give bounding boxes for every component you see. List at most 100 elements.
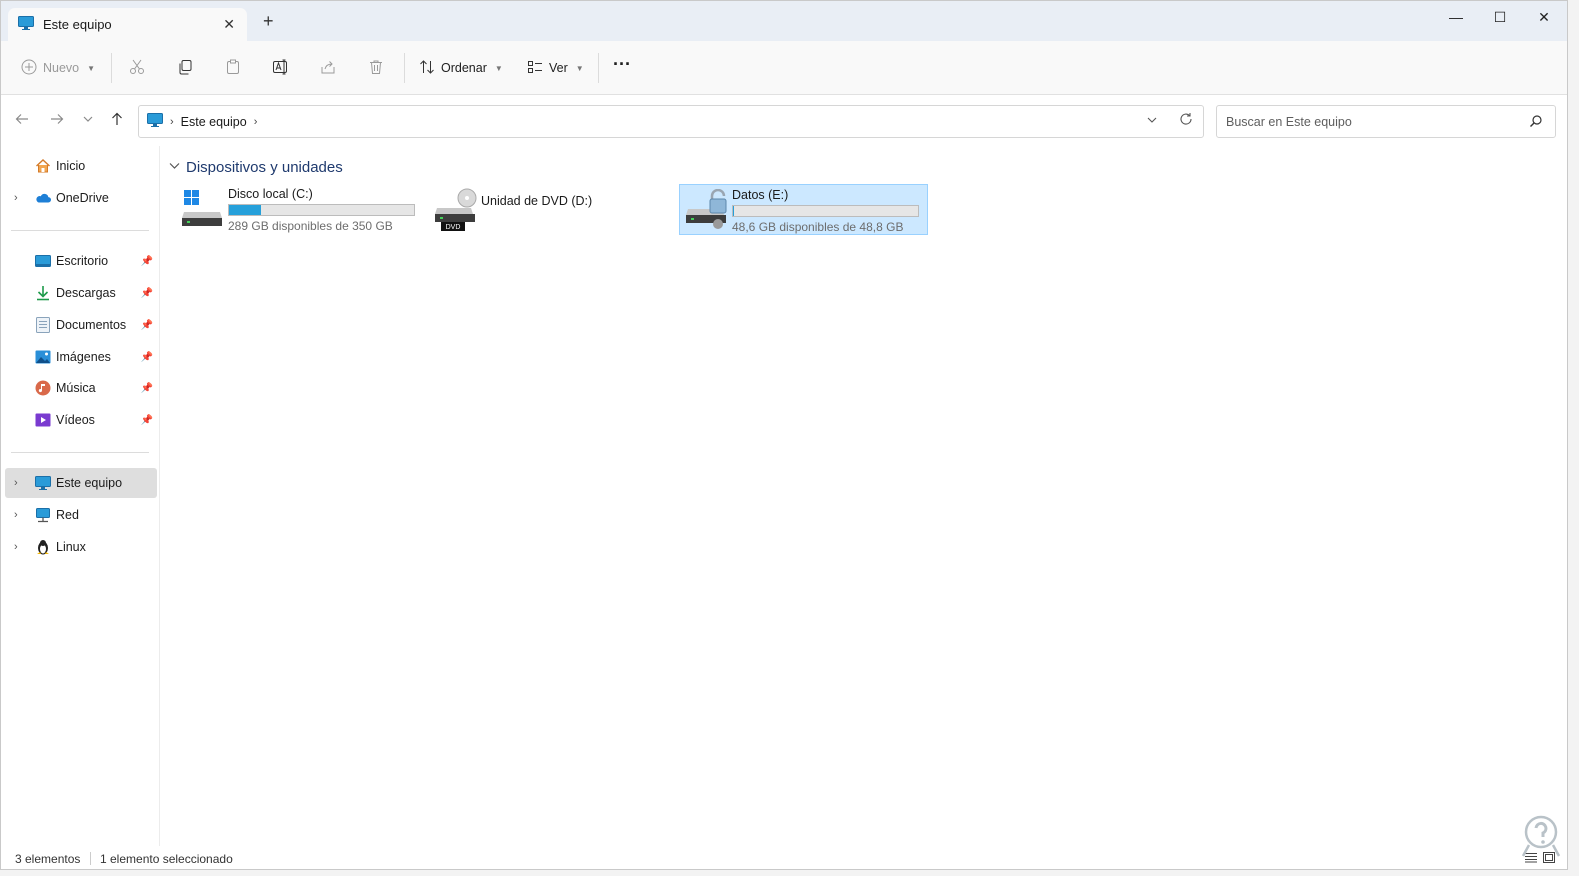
sidebar-item-label: Linux (56, 540, 86, 554)
recent-locations-chevron-icon[interactable] (82, 112, 94, 129)
expand-chevron-icon[interactable]: › (14, 541, 18, 553)
paste-button[interactable] (225, 55, 241, 81)
sidebar-item-label: Inicio (56, 159, 86, 173)
sidebar-item-label: OneDrive (56, 191, 109, 205)
refresh-icon[interactable] (1179, 112, 1193, 129)
pin-icon: 📌 (140, 351, 153, 363)
dvd-badge: DVD (446, 224, 461, 231)
minimize-button[interactable]: — (1433, 1, 1479, 33)
rename-button[interactable] (272, 55, 290, 81)
sidebar-item-onedrive[interactable]: › OneDrive (5, 183, 157, 213)
expand-chevron-icon[interactable]: › (14, 509, 18, 521)
new-tab-button[interactable]: + (263, 11, 274, 32)
copy-button[interactable] (177, 55, 193, 81)
network-icon (35, 507, 51, 523)
drive-usage-bar (732, 205, 919, 217)
home-icon (35, 158, 51, 174)
address-history-chevron-icon[interactable] (1146, 114, 1158, 129)
sidebar-item-label: Escritorio (56, 254, 109, 268)
sidebar-item-documentos[interactable]: Documentos 📌 (5, 310, 157, 340)
breadcrumb-chevron-icon[interactable]: › (254, 116, 258, 128)
expand-chevron-icon[interactable]: › (14, 477, 18, 489)
pin-icon: 📌 (140, 319, 153, 331)
sidebar-item-este-equipo[interactable]: › Este equipo (5, 468, 157, 498)
pin-icon: 📌 (140, 287, 153, 299)
close-window-button[interactable]: ✕ (1521, 1, 1567, 33)
drive-tile-e[interactable]: Datos (E:) 48,6 GB disponibles de 48,8 G… (679, 184, 928, 235)
drive-usage-fill (229, 205, 262, 215)
this-pc-icon (18, 16, 34, 33)
search-input[interactable]: Buscar en Este equipo (1216, 105, 1556, 138)
navigation-row: › Este equipo › Buscar en Este equipo (1, 96, 1567, 146)
breadcrumb-este-equipo[interactable]: Este equipo (181, 115, 247, 129)
sidebar-item-musica[interactable]: Música 📌 (5, 373, 157, 403)
tab-este-equipo[interactable]: Este equipo ✕ (8, 8, 247, 41)
share-button[interactable] (320, 55, 336, 81)
command-bar: Nuevo ▼ Ordenar ▼ Ver ▼ ··· (1, 41, 1567, 95)
sidebar-item-label: Este equipo (56, 476, 123, 490)
locked-drive-icon (684, 188, 728, 233)
drive-name: Unidad de DVD (D:) (481, 194, 593, 208)
view-list-icon (527, 59, 543, 78)
drive-name: Datos (E:) (732, 188, 789, 202)
trash-icon (368, 59, 384, 78)
chevron-down-icon: ▼ (494, 63, 503, 73)
pin-icon: 📌 (140, 414, 153, 426)
status-bar: 3 elementos 1 elemento seleccionado (1, 846, 1567, 869)
delete-button[interactable] (368, 55, 384, 81)
drive-usage-bar (228, 204, 415, 216)
more-options-button[interactable]: ··· (613, 51, 631, 77)
sidebar-item-linux[interactable]: › Linux (5, 532, 157, 562)
toolbar-divider (598, 53, 599, 83)
more-icon: ··· (613, 53, 631, 74)
drive-usage-fill (733, 206, 734, 216)
share-icon (320, 59, 336, 78)
sidebar-divider (11, 230, 149, 231)
drive-tile-d[interactable]: DVD Unidad de DVD (D:) (429, 184, 678, 235)
selection-count: 1 elemento seleccionado (100, 851, 233, 866)
pane-splitter[interactable] (159, 146, 160, 846)
sidebar-item-inicio[interactable]: Inicio (5, 151, 157, 181)
sidebar-item-imagenes[interactable]: Imágenes 📌 (5, 342, 157, 372)
maximize-button[interactable]: ☐ (1477, 1, 1523, 33)
sidebar-item-label: Descargas (56, 286, 116, 300)
group-header[interactable]: Dispositivos y unidades (169, 159, 343, 176)
up-arrow-icon[interactable] (110, 112, 124, 129)
breadcrumb-chevron-icon[interactable]: › (170, 116, 174, 128)
site-logo-watermark (1519, 814, 1563, 864)
expand-chevron-icon[interactable]: › (14, 192, 18, 204)
group-title: Dispositivos y unidades (186, 159, 343, 176)
search-icon[interactable] (1529, 114, 1543, 131)
tab-title: Este equipo (43, 17, 112, 32)
documents-icon (35, 317, 51, 333)
drive-free-space: 289 GB disponibles de 350 GB (228, 219, 393, 233)
drive-free-space: 48,6 GB disponibles de 48,8 GB (732, 220, 904, 234)
sidebar-item-escritorio[interactable]: Escritorio 📌 (5, 246, 157, 276)
sidebar-item-red[interactable]: › Red (5, 500, 157, 530)
view-button[interactable]: Ver ▼ (527, 55, 584, 81)
onedrive-icon (35, 190, 51, 206)
new-button-label: Nuevo (43, 61, 80, 75)
sort-button[interactable]: Ordenar ▼ (419, 55, 503, 81)
sidebar-item-label: Imágenes (56, 350, 111, 364)
linux-icon (35, 539, 51, 555)
forward-arrow-icon[interactable] (50, 112, 64, 129)
paste-icon (225, 59, 241, 78)
videos-icon (35, 412, 51, 428)
address-bar[interactable]: › Este equipo › (138, 105, 1204, 138)
desktop-icon (35, 253, 51, 269)
cut-button[interactable] (129, 55, 145, 81)
search-placeholder: Buscar en Este equipo (1226, 114, 1352, 129)
new-button[interactable]: Nuevo ▼ (21, 55, 95, 81)
item-count: 3 elementos (15, 851, 81, 866)
sidebar-item-videos[interactable]: Vídeos 📌 (5, 405, 157, 435)
back-arrow-icon[interactable] (15, 112, 29, 129)
sidebar-item-descargas[interactable]: Descargas 📌 (5, 278, 157, 308)
close-tab-icon[interactable]: ✕ (223, 16, 235, 33)
scissors-icon (129, 59, 145, 78)
chevron-down-icon: ▼ (87, 63, 96, 73)
drive-tile-c[interactable]: Disco local (C:) 289 GB disponibles de 3… (176, 184, 425, 235)
collapse-chevron-icon[interactable] (169, 162, 180, 173)
navigation-pane: Inicio › OneDrive Escritorio 📌 Descargas… (1, 146, 159, 846)
pictures-icon (35, 349, 51, 365)
